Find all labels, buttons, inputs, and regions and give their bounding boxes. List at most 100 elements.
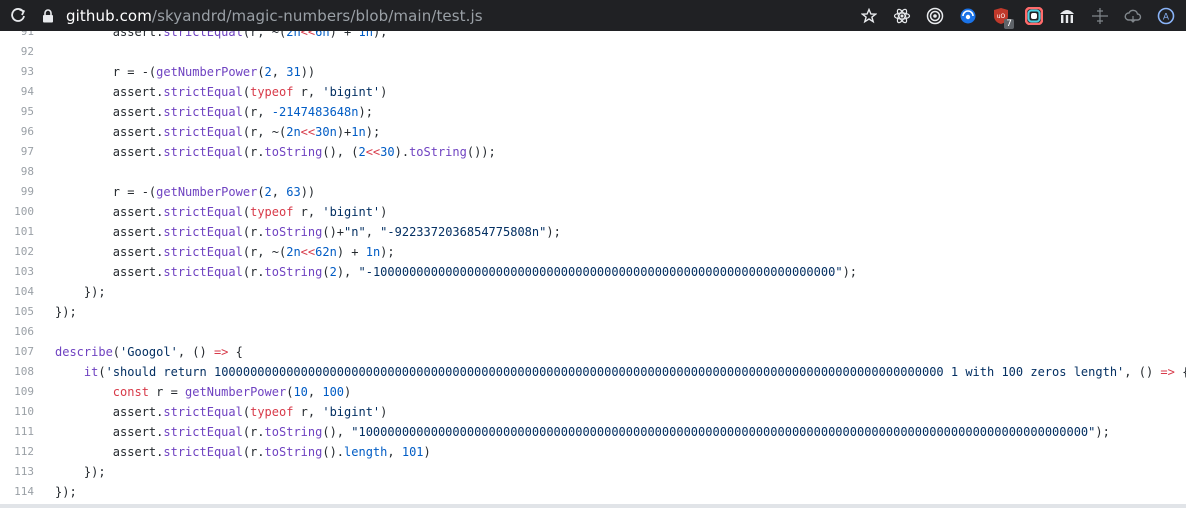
line-number[interactable]: 96 [0,122,34,142]
line-code: assert.strictEqual(typeof r, 'bigint') [55,202,388,222]
code-line: 105}); [0,302,1186,322]
line-code: assert.strictEqual(r.toString(2), "-1000… [55,262,857,282]
divider [0,504,1186,508]
line-number[interactable]: 92 [0,42,34,62]
line-code: assert.strictEqual(typeof r, 'bigint') [55,402,388,422]
browser-toolbar: github.com/skyandrd/magic-numbers/blob/m… [0,0,1186,31]
incognito-extension[interactable] [1050,0,1083,31]
code-token: ) [344,385,352,399]
code-token: 63 [286,185,301,199]
code-token: describe [55,345,113,359]
globe-shield-icon [960,8,975,23]
code-token: toString [264,145,323,159]
code-token: 2n [286,245,301,259]
line-number[interactable]: 104 [0,282,34,302]
ublock-extension[interactable]: uO 7 [984,0,1017,31]
code-line: 111 assert.strictEqual(r.toString(), "10… [0,422,1186,442]
line-number[interactable]: 94 [0,82,34,102]
code-token: ) [380,405,388,419]
line-number[interactable]: 95 [0,102,34,122]
code-line: 96 assert.strictEqual(r, ~(2n<<30n)+1n); [0,122,1186,142]
line-number[interactable]: 103 [0,262,34,282]
code-token: ( [112,345,121,359]
code-token: { [228,345,243,359]
code-token: ( [242,405,251,419]
code-token: 10 [293,385,308,399]
cloud-icon [1124,9,1141,23]
line-number[interactable]: 99 [0,182,34,202]
line-number[interactable]: 102 [0,242,34,262]
line-number[interactable]: 109 [0,382,34,402]
code-token: toString [264,225,323,239]
account-button[interactable]: A [1149,0,1182,31]
code-token: strictEqual [163,125,243,139]
code-line: 103 assert.strictEqual(r.toString(2), "-… [0,262,1186,282]
line-number[interactable]: 97 [0,142,34,162]
code-token: typeof [250,205,294,219]
code-token: -2147483648n [271,105,359,119]
line-number[interactable]: 114 [0,482,34,502]
line-number[interactable]: 110 [0,402,34,422]
code-token: strictEqual [163,225,243,239]
cloud-extension[interactable] [1116,0,1149,31]
code-line: 98 [0,162,1186,182]
line-number[interactable]: 105 [0,302,34,322]
code-token: 2n [286,31,301,39]
code-token: (r. [242,425,265,439]
code-token: (r. [242,445,265,459]
code-token: ( [257,65,265,79]
line-number[interactable]: 100 [0,202,34,222]
line-code: const r = getNumberPower(10, 100) [55,382,351,402]
url-text[interactable]: github.com/skyandrd/magic-numbers/blob/m… [66,7,483,25]
code-token: strictEqual [163,425,243,439]
code-line: 99 r = -(getNumberPower(2, 63)) [0,182,1186,202]
code-token: it [83,365,99,379]
code-line: 106 [0,322,1186,342]
line-number[interactable]: 101 [0,222,34,242]
line-number[interactable]: 113 [0,462,34,482]
line-number[interactable]: 106 [0,322,34,342]
react-devtools-extension[interactable] [885,0,918,31]
code-token: r = -( [55,65,157,79]
svg-text:A: A [1162,12,1169,22]
code-token: , () [1124,365,1161,379]
ruler-extension[interactable] [1083,0,1116,31]
code-token: ); [365,125,381,139]
code-token: 2 [264,65,272,79]
line-number[interactable]: 108 [0,362,34,382]
code-token: toString [264,265,323,279]
code-token: 101 [401,445,424,459]
code-token: const [112,385,149,399]
code-token: 30n [315,125,337,139]
line-number[interactable]: 107 [0,342,34,362]
code-token: , [307,385,323,399]
line-number[interactable]: 98 [0,162,34,182]
extension-badge: 7 [1004,19,1014,29]
code-line: 108 it('should return 100000000000000000… [0,362,1186,382]
code-token: toString [264,445,323,459]
code-token: length [344,445,388,459]
line-number[interactable]: 111 [0,422,34,442]
code-token: , [271,185,287,199]
code-token: 31 [286,65,301,79]
code-line: 100 assert.strictEqual(typeof r, 'bigint… [0,202,1186,222]
code-token: ()); [466,145,496,159]
line-code: }); [55,462,106,482]
code-token: 2 [329,265,337,279]
code-token: 2n [286,125,301,139]
address-bar[interactable]: github.com/skyandrd/magic-numbers/blob/m… [36,0,852,31]
code-token: strictEqual [163,145,243,159]
color-picker-extension[interactable] [1017,0,1050,31]
code-token: (r, ~( [242,125,287,139]
bookmark-star-button[interactable] [852,0,885,31]
line-number[interactable]: 91 [0,31,34,42]
code-token: )+ [336,125,352,139]
line-number[interactable]: 112 [0,442,34,462]
reload-button[interactable] [0,7,36,24]
vpn-extension[interactable] [951,0,984,31]
line-number[interactable]: 93 [0,62,34,82]
target-extension[interactable] [918,0,951,31]
code-view: 91 assert.strictEqual(r, ~(2n<<6n) + 1n)… [0,31,1186,502]
